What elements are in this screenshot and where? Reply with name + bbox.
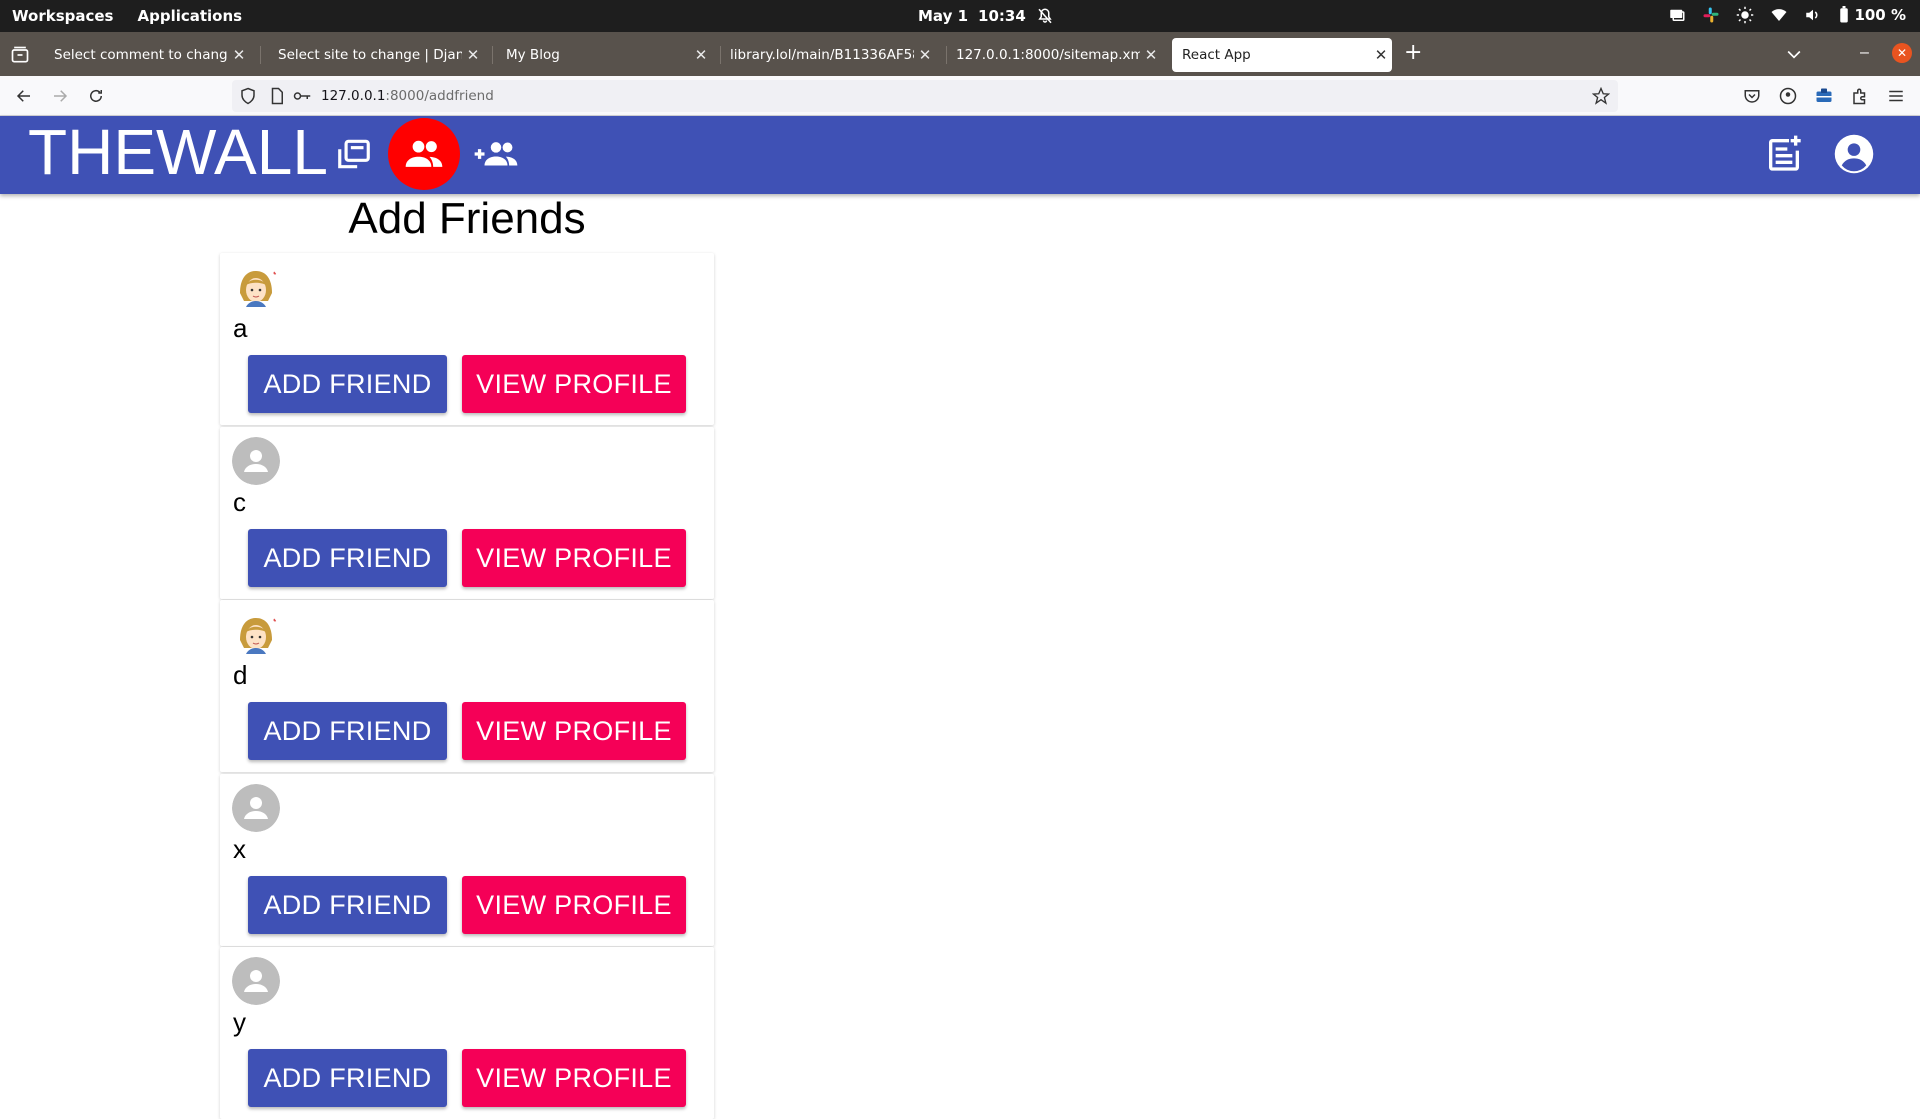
dynamic-feed-icon[interactable]	[332, 132, 376, 176]
page-title: Add Friends	[348, 194, 586, 243]
avatar[interactable]	[232, 263, 280, 311]
close-icon[interactable]: ✕	[1140, 46, 1162, 64]
account-circle-icon[interactable]	[1830, 130, 1878, 178]
default-person-avatar-icon	[232, 437, 280, 485]
key-icon[interactable]	[292, 87, 312, 105]
username: a	[233, 313, 248, 343]
user-card: c ADD FRIEND VIEW PROFILE	[220, 427, 714, 599]
url-text[interactable]: 127.0.0.1:8000/addfriend	[321, 88, 494, 104]
people-icon	[405, 140, 443, 167]
tab-library[interactable]: library.lol/main/B11336AF58D5 ✕	[720, 38, 936, 72]
url-host: 127.0.0.1	[321, 88, 386, 104]
add-friend-group-icon[interactable]	[472, 130, 520, 178]
friends-nav-button[interactable]	[388, 118, 460, 190]
tab-django-site[interactable]: Select site to change | Django s ✕	[268, 38, 484, 72]
user-card: a ADD FRIEND VIEW PROFILE	[220, 253, 714, 425]
avatar[interactable]	[232, 437, 280, 485]
minimize-window-icon[interactable]: –	[1860, 44, 1869, 62]
tab-django-comment[interactable]: Select comment to change | Dj ✕	[44, 38, 250, 72]
tab-label: Select site to change | Django s	[278, 47, 462, 63]
user-card: y ADD FRIEND VIEW PROFILE	[220, 947, 714, 1119]
tab-label: My Blog	[506, 47, 560, 63]
battery-percent: 100 %	[1854, 6, 1906, 24]
url-path: :8000/addfriend	[385, 88, 494, 104]
username: c	[233, 487, 246, 517]
avatar[interactable]	[232, 610, 280, 658]
workspaces-button[interactable]: Workspaces	[12, 7, 113, 25]
add-friend-button[interactable]: ADD FRIEND	[248, 529, 447, 587]
tab-overview-icon[interactable]	[10, 45, 30, 70]
view-profile-button[interactable]: VIEW PROFILE	[462, 529, 686, 587]
default-person-avatar-icon	[232, 784, 280, 832]
url-bar[interactable]: 127.0.0.1:8000/addfriend	[232, 80, 1618, 112]
clock-date: May 1	[918, 7, 969, 25]
post-add-icon[interactable]	[1760, 130, 1808, 178]
close-window-icon[interactable]: ✕	[1892, 43, 1912, 63]
applications-button[interactable]: Applications	[137, 7, 242, 25]
tab-sitemap[interactable]: 127.0.0.1:8000/sitemap.xml ✕	[946, 38, 1162, 72]
username: y	[233, 1007, 246, 1037]
add-friend-button[interactable]: ADD FRIEND	[248, 702, 447, 760]
add-friend-button[interactable]: ADD FRIEND	[248, 355, 447, 413]
slack-icon[interactable]	[1702, 6, 1720, 24]
view-profile-button[interactable]: VIEW PROFILE	[462, 355, 686, 413]
tab-react-app[interactable]: React App ✕	[1172, 38, 1392, 72]
username: x	[233, 834, 246, 864]
view-profile-button[interactable]: VIEW PROFILE	[462, 876, 686, 934]
brand-logo-text[interactable]: THEWALL	[28, 120, 328, 184]
os-top-bar: Workspaces Applications May 1 10:34 100 …	[0, 0, 1920, 32]
avatar[interactable]	[232, 957, 280, 1005]
tab-label: 127.0.0.1:8000/sitemap.xml	[956, 47, 1140, 63]
reload-icon[interactable]	[82, 82, 110, 110]
battery-indicator[interactable]: 100 %	[1838, 6, 1906, 24]
wifi-icon[interactable]	[1770, 6, 1788, 24]
view-profile-button[interactable]: VIEW PROFILE	[462, 702, 686, 760]
pocket-icon[interactable]	[1738, 82, 1766, 110]
default-person-avatar-icon	[232, 957, 280, 1005]
browser-tab-strip: Select comment to change | Dj ✕ Select s…	[0, 32, 1920, 76]
screen-share-icon[interactable]	[1668, 6, 1686, 24]
app-header: THEWALL	[0, 116, 1920, 194]
close-icon[interactable]: ✕	[462, 46, 484, 64]
browser-nav-bar: 127.0.0.1:8000/addfriend	[0, 76, 1920, 116]
bookmark-star-icon[interactable]	[1592, 87, 1610, 105]
tab-label: Select comment to change | Dj	[54, 47, 228, 63]
forward-arrow-icon[interactable]	[46, 82, 74, 110]
user-card: d ADD FRIEND VIEW PROFILE	[220, 600, 714, 772]
username: d	[233, 660, 248, 690]
page-icon[interactable]	[268, 87, 286, 105]
close-icon[interactable]: ✕	[914, 46, 936, 64]
shield-icon[interactable]	[239, 87, 257, 105]
menu-hamburger-icon[interactable]	[1882, 82, 1910, 110]
battery-icon	[1840, 6, 1849, 23]
view-profile-button[interactable]: VIEW PROFILE	[462, 1049, 686, 1107]
add-friend-button[interactable]: ADD FRIEND	[248, 876, 447, 934]
close-icon[interactable]: ✕	[228, 46, 250, 64]
account-circle-icon[interactable]	[1774, 82, 1802, 110]
avatar[interactable]	[232, 784, 280, 832]
clock[interactable]: May 1 10:34	[918, 7, 1054, 25]
back-arrow-icon[interactable]	[10, 82, 38, 110]
extension-container-icon[interactable]	[1810, 82, 1838, 110]
new-tab-plus-icon[interactable]: +	[1404, 40, 1422, 65]
add-friend-button[interactable]: ADD FRIEND	[248, 1049, 447, 1107]
tab-label: React App	[1182, 47, 1251, 63]
cartoon-girl-avatar-icon	[232, 610, 280, 658]
clock-time: 10:34	[978, 7, 1026, 25]
tab-my-blog[interactable]: My Blog ✕	[496, 38, 712, 72]
tab-list-chevron-down-icon[interactable]	[1784, 44, 1804, 69]
close-icon[interactable]: ✕	[690, 46, 712, 64]
volume-icon[interactable]	[1804, 6, 1822, 24]
extensions-puzzle-icon[interactable]	[1846, 82, 1874, 110]
notifications-muted-icon	[1038, 8, 1052, 24]
tab-label: library.lol/main/B11336AF58D5	[730, 47, 914, 63]
user-card: x ADD FRIEND VIEW PROFILE	[220, 774, 714, 946]
brightness-icon[interactable]	[1736, 6, 1754, 24]
cartoon-girl-avatar-icon	[232, 263, 280, 311]
close-icon[interactable]: ✕	[1370, 46, 1392, 64]
